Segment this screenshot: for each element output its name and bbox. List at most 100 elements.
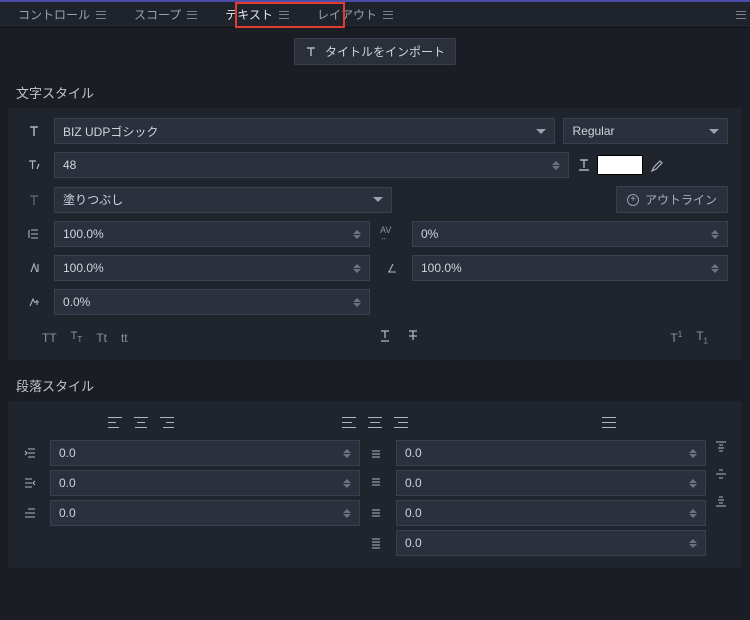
superscript-toggle[interactable]: T1: [670, 330, 682, 345]
align-right-button[interactable]: [160, 417, 174, 428]
fill-type-icon: [22, 193, 46, 207]
font-size-input[interactable]: 48: [54, 152, 569, 178]
value: 0.0: [405, 476, 422, 490]
space-after-input[interactable]: 0.0: [396, 470, 706, 496]
tab-control[interactable]: コントロール: [4, 3, 120, 27]
menu-icon: [279, 11, 289, 19]
line-spacing-value: 100.0%: [63, 227, 104, 241]
align-center-button[interactable]: [134, 417, 148, 428]
chevron-down-icon: [373, 197, 383, 202]
para-v4-input[interactable]: 0.0: [396, 530, 706, 556]
space-before-input[interactable]: 0.0: [396, 440, 706, 466]
slant-icon: [380, 261, 404, 275]
fill-mode-value: 塗りつぶし: [63, 191, 123, 208]
first-line-input[interactable]: 0.0: [50, 500, 360, 526]
justify-center-button[interactable]: [368, 417, 382, 428]
fill-mode-select[interactable]: 塗りつぶし: [54, 187, 392, 213]
tracking-value: 0%: [421, 227, 438, 241]
value: 0.0: [405, 536, 422, 550]
eyedropper-icon[interactable]: [649, 158, 663, 172]
indent-right-input[interactable]: 0.0: [50, 470, 360, 496]
spinner-icon: [343, 509, 351, 518]
char-height-value: 100.0%: [63, 261, 104, 275]
text-icon: [305, 46, 317, 58]
line-spacing-icon: [22, 227, 46, 241]
char-style-panel: BIZ UDPゴシック Regular 48 塗りつぶし: [8, 108, 742, 360]
menu-icon: [187, 11, 197, 19]
line-spacing-input[interactable]: 100.0%: [54, 221, 370, 247]
valign-bottom-button[interactable]: [714, 494, 728, 511]
para-style-panel: 0.0 0.0 0.0: [8, 401, 742, 568]
value: 0.0: [59, 476, 76, 490]
outline-button[interactable]: + アウトライン: [616, 186, 728, 213]
font-family-value: BIZ UDPゴシック: [63, 123, 158, 140]
indent-left-icon: [18, 446, 42, 460]
import-title-button[interactable]: タイトルをインポート: [294, 38, 456, 65]
spinner-icon: [343, 479, 351, 488]
titlecase-toggle[interactable]: Tt: [96, 331, 107, 345]
tab-text[interactable]: テキスト: [211, 3, 303, 27]
value: 0.0: [405, 446, 422, 460]
char-style-heading: 文字スタイル: [0, 75, 750, 108]
allcaps-toggle[interactable]: TT: [42, 331, 57, 345]
outline-label: アウトライン: [645, 191, 717, 208]
baseline-value: 0.0%: [63, 295, 90, 309]
panel-menu-icon[interactable]: [736, 11, 746, 19]
font-weight-value: Regular: [572, 124, 614, 138]
chevron-down-icon: [536, 129, 546, 134]
subscript-toggle[interactable]: T1: [696, 329, 708, 345]
text-color-swatch[interactable]: [597, 155, 643, 175]
justify-right-button[interactable]: [394, 417, 408, 428]
first-line-icon: [18, 506, 42, 520]
char-height-icon: [22, 261, 46, 275]
spinner-icon: [689, 509, 697, 518]
char-height-input[interactable]: 100.0%: [54, 255, 370, 281]
justify-left-button[interactable]: [342, 417, 356, 428]
lowercase-toggle[interactable]: tt: [121, 331, 128, 345]
spinner-icon: [711, 230, 719, 239]
color-underline-icon: [577, 158, 591, 172]
spinner-icon: [353, 230, 361, 239]
para-v4-icon: [364, 536, 388, 550]
baseline-input[interactable]: 0.0%: [54, 289, 370, 315]
spinner-icon: [552, 161, 560, 170]
tab-label: スコープ: [134, 6, 181, 23]
valign-top-button[interactable]: [714, 440, 728, 457]
slant-value: 100.0%: [421, 261, 462, 275]
justify-full-button[interactable]: [602, 417, 616, 428]
font-size-icon: [22, 158, 46, 172]
slant-input[interactable]: 100.0%: [412, 255, 728, 281]
indent-right-icon: [18, 476, 42, 490]
spinner-icon: [711, 264, 719, 273]
underline-toggle[interactable]: [378, 329, 392, 346]
tab-label: コントロール: [18, 6, 90, 23]
tab-bar: コントロール スコープ テキスト レイアウト: [0, 2, 750, 28]
tab-label: テキスト: [225, 6, 273, 23]
font-size-value: 48: [63, 158, 76, 172]
spinner-icon: [353, 264, 361, 273]
spinner-icon: [343, 449, 351, 458]
font-family-icon: [22, 124, 46, 138]
smallcaps-toggle[interactable]: TT: [71, 330, 83, 344]
import-label: タイトルをインポート: [325, 43, 445, 60]
tracking-icon: AV↔: [380, 226, 404, 242]
value: 0.0: [59, 506, 76, 520]
spinner-icon: [689, 539, 697, 548]
font-family-select[interactable]: BIZ UDPゴシック: [54, 118, 555, 144]
tab-layout[interactable]: レイアウト: [303, 3, 407, 27]
tracking-input[interactable]: 0%: [412, 221, 728, 247]
align-left-button[interactable]: [108, 417, 122, 428]
strikethrough-toggle[interactable]: [406, 329, 420, 346]
space-after-icon: [364, 476, 388, 490]
space-before-icon: [364, 446, 388, 460]
tab-label: レイアウト: [317, 6, 377, 23]
font-weight-select[interactable]: Regular: [563, 118, 728, 144]
spinner-icon: [689, 449, 697, 458]
valign-middle-button[interactable]: [714, 467, 728, 484]
indent-left-input[interactable]: 0.0: [50, 440, 360, 466]
para-v3-icon: [364, 506, 388, 520]
value: 0.0: [405, 506, 422, 520]
menu-icon: [383, 11, 393, 19]
tab-scope[interactable]: スコープ: [120, 3, 211, 27]
para-v3-input[interactable]: 0.0: [396, 500, 706, 526]
